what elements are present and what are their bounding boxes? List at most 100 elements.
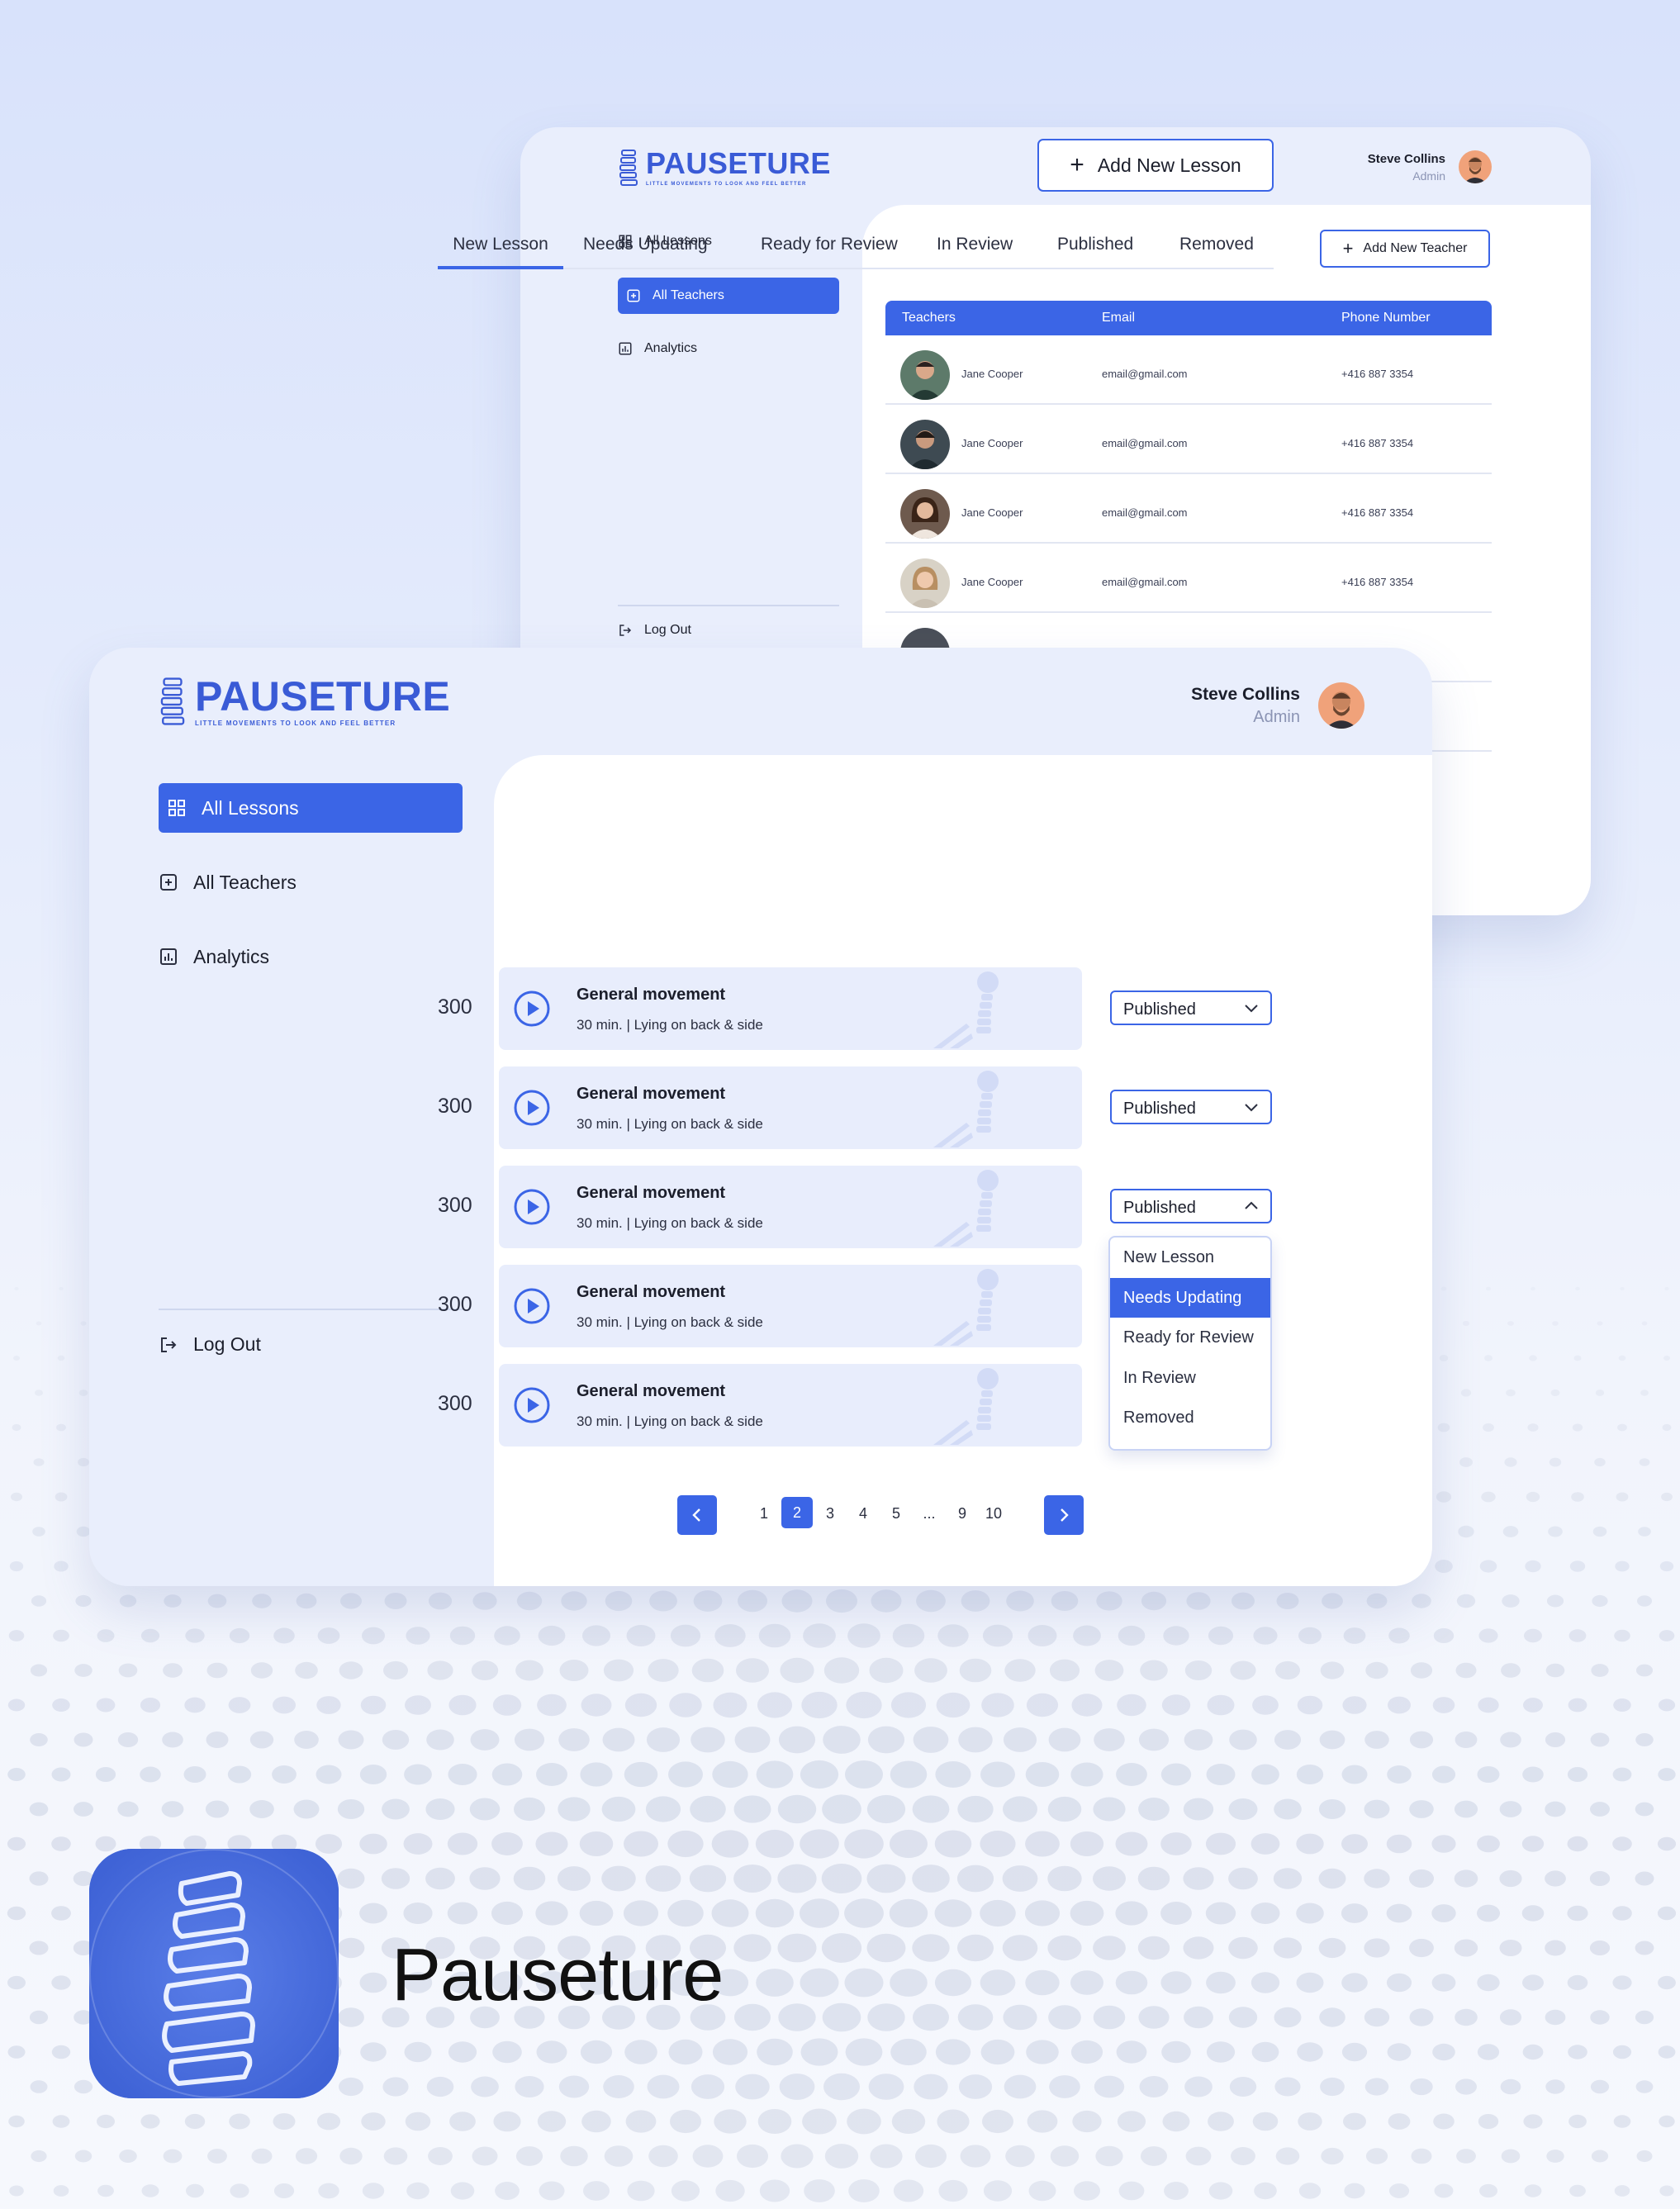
status-dropdown-menu: New Lesson Needs Updating Ready for Revi… [1108,1236,1272,1451]
plus-icon: + [1070,151,1084,178]
tab-ready-for-review[interactable]: Ready for Review [761,235,898,266]
spine-illustration-icon [933,971,999,1048]
lesson-number: 300 [438,1392,472,1415]
plus-square-icon [160,874,177,891]
nav-label: All Teachers [653,288,724,302]
brand-logo: PAUSETURE LITTLE MOVEMENTS TO LOOK AND F… [159,674,450,729]
lesson-card[interactable]: General movement 30 min. | Lying on back… [499,1166,1082,1248]
dropdown-option-needs-updating[interactable]: Needs Updating [1110,1277,1270,1318]
nav-all-teachers[interactable]: All Teachers [618,278,839,314]
nav-analytics[interactable]: Analytics [159,932,463,981]
user-role: Admin [1412,169,1445,183]
teacher-phone: +416 887 3354 [1341,368,1414,380]
lesson-number: 300 [438,1293,472,1316]
status-select[interactable]: Published [1110,1090,1272,1124]
avatar [1318,682,1364,729]
page-number[interactable]: 3 [818,1505,842,1523]
teacher-avatar [900,558,950,608]
nav-analytics[interactable]: Analytics [618,330,839,367]
chevron-left-icon [692,1508,700,1522]
chevron-right-icon [1061,1508,1069,1522]
lesson-title: General movement [577,1085,726,1103]
tab-label: Published [1057,235,1134,254]
nav-all-teachers[interactable]: All Teachers [159,857,463,907]
lesson-card[interactable]: General movement 30 min. | Lying on back… [499,1066,1082,1149]
nav-label: All Teachers [193,871,297,893]
dropdown-option-removed[interactable]: Removed [1110,1398,1270,1438]
brand-tagline: LITTLE MOVEMENTS TO LOOK AND FEEL BETTER [646,182,807,187]
brand-wordmark: PAUSETURE [646,146,831,180]
play-icon[interactable] [514,1090,550,1126]
nav-label: Analytics [644,341,698,355]
play-icon[interactable] [514,1288,550,1324]
logout-button[interactable]: Log Out [159,1333,261,1356]
logout-button[interactable]: Log Out [618,623,691,638]
play-icon[interactable] [514,1387,550,1423]
teacher-phone: +416 887 3354 [1341,437,1414,449]
status-select-value: Published [1123,1000,1196,1019]
lesson-number: 300 [438,1194,472,1217]
teacher-name: Jane Cooper [961,576,1023,588]
spine-logo-icon [619,150,638,186]
tab-in-review[interactable]: In Review [937,235,1013,266]
page-number[interactable]: 4 [851,1505,876,1523]
lesson-row: 300 General movement 30 min. | Lying on … [438,967,1274,1050]
tab-needs-updating[interactable]: Needs Updating [583,235,708,266]
spine-logo-icon [160,677,185,725]
status-select-open[interactable]: Published [1110,1189,1272,1223]
page-number[interactable]: 9 [950,1505,975,1523]
lesson-card[interactable]: General movement 30 min. | Lying on back… [499,967,1082,1050]
logout-icon [619,625,632,636]
table-row[interactable]: Jane Cooper email@gmail.com +416 887 335… [885,405,1492,474]
lesson-title: General movement [577,1382,726,1400]
next-page-button[interactable] [1044,1495,1084,1535]
play-icon[interactable] [514,1189,550,1225]
add-new-teacher-button[interactable]: + Add New Teacher [1320,230,1490,268]
column-header-teachers: Teachers [902,311,956,325]
logout-icon [161,1337,177,1352]
dropdown-option-ready-for-review[interactable]: Ready for Review [1110,1318,1270,1358]
chevron-down-icon [1245,1104,1258,1112]
user-profile[interactable]: Steve Collins Admin [1368,150,1492,183]
table-row[interactable]: Jane Cooper email@gmail.com +416 887 335… [885,544,1492,613]
teacher-email: email@gmail.com [1102,437,1188,449]
play-icon[interactable] [514,990,550,1027]
dropdown-option-new-lesson[interactable]: New Lesson [1110,1238,1270,1278]
spine-illustration-icon [933,1170,999,1247]
table-row[interactable]: Jane Cooper email@gmail.com +416 887 335… [885,335,1492,405]
table-header: Teachers Email Phone Number [885,301,1492,335]
grid-icon [168,800,185,816]
teacher-avatar [900,420,950,469]
logout-label: Log Out [193,1333,261,1355]
lesson-card[interactable]: General movement 30 min. | Lying on back… [499,1364,1082,1447]
status-select[interactable]: Published [1110,990,1272,1025]
table-row[interactable]: Jane Cooper email@gmail.com +416 887 335… [885,474,1492,544]
chevron-up-icon [1245,1201,1258,1209]
dropdown-option-in-review[interactable]: In Review [1110,1358,1270,1399]
page-number[interactable]: 1 [752,1505,776,1523]
prev-page-button[interactable] [677,1495,717,1535]
page-number[interactable]: 5 [884,1505,909,1523]
tab-published[interactable]: Published [1057,235,1133,266]
spine-app-icon [89,1849,339,2098]
page-number-current[interactable]: 2 [781,1497,813,1528]
lesson-card[interactable]: General movement 30 min. | Lying on back… [499,1265,1082,1347]
nav-all-lessons[interactable]: All Lessons [159,783,463,833]
tab-removed[interactable]: Removed [1179,235,1254,266]
add-new-lesson-button[interactable]: + Add New Lesson [1037,139,1274,192]
lesson-title: General movement [577,1184,726,1202]
lesson-number: 300 [438,995,472,1019]
teacher-phone: +416 887 3354 [1341,576,1414,588]
tab-new-lesson[interactable]: New Lesson [438,235,563,269]
lesson-number: 300 [438,1095,472,1118]
sidebar-divider [159,1309,463,1310]
status-select-value: Published [1123,1199,1196,1217]
add-new-lesson-label: Add New Lesson [1097,154,1241,176]
page-number[interactable]: 10 [981,1505,1006,1523]
lesson-title: General movement [577,986,726,1004]
user-role: Admin [1253,707,1300,726]
avatar [1459,150,1492,183]
tab-label: Ready for Review [761,235,898,254]
user-profile[interactable]: Steve Collins Admin [1191,682,1364,729]
lesson-row: 300 General movement 30 min. | Lying on … [438,1066,1274,1149]
